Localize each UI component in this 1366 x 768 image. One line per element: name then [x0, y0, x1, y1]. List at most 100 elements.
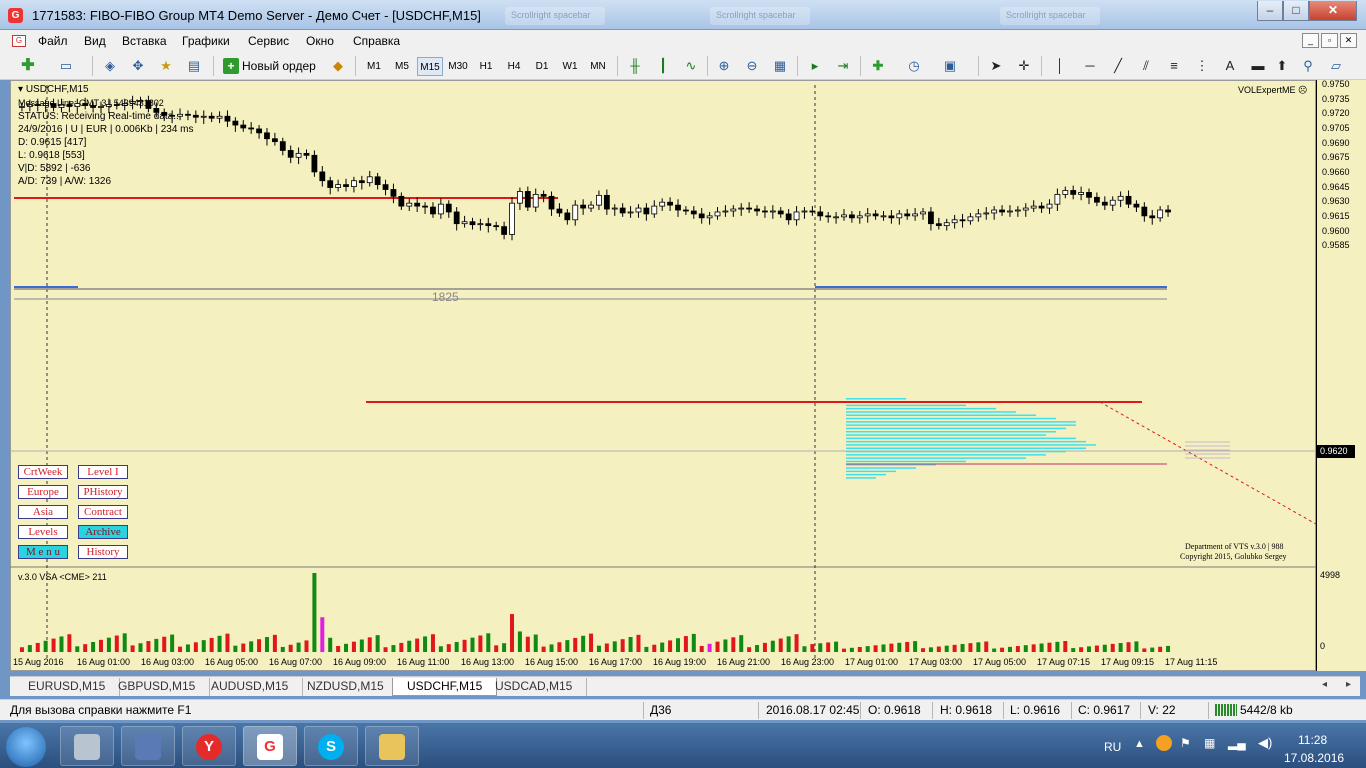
autoscroll-icon[interactable]: ▸ [805, 56, 825, 76]
archive-button[interactable]: Archive [78, 525, 128, 539]
new-order-button[interactable]: + Новый ордер [220, 55, 326, 77]
bar-chart-icon[interactable]: ╫ [625, 56, 645, 76]
tab-scroll-right-icon[interactable]: ▸ [1346, 679, 1351, 690]
tile-windows-icon[interactable]: ▦ [770, 56, 790, 76]
zoom-out-icon[interactable]: ⊖ [742, 56, 762, 76]
tab-nzdusd[interactable]: NZDUSD,M15 [293, 678, 399, 696]
menu-view[interactable]: Вид [84, 34, 106, 48]
cursor-icon[interactable]: ➤ [986, 56, 1006, 76]
child-window-icon[interactable]: G [12, 35, 26, 47]
mdi-minimize-button[interactable]: _ [1302, 33, 1319, 48]
timeframe-m5[interactable]: M5 [389, 57, 415, 76]
folder-icon [379, 734, 405, 760]
tray-network-icon[interactable]: ▂▄ [1228, 736, 1246, 750]
line-chart-icon[interactable]: ∿ [681, 56, 701, 76]
app-icon[interactable]: G [8, 8, 23, 23]
menu-insert[interactable]: Вставка [122, 34, 167, 48]
connection-status-icon[interactable] [1215, 704, 1237, 716]
start-button[interactable] [6, 727, 46, 767]
taskbar-calculator[interactable] [60, 726, 114, 766]
chart-canvas[interactable] [10, 80, 1316, 671]
data-window-icon[interactable]: ✥ [128, 56, 148, 76]
asia-button[interactable]: Asia [18, 505, 68, 519]
menu-file[interactable]: Файл [38, 34, 68, 48]
timeframe-w1[interactable]: W1 [557, 57, 583, 76]
tray-flag-icon[interactable]: ⚑ [1180, 736, 1191, 750]
timeframe-m1[interactable]: M1 [361, 57, 387, 76]
language-indicator[interactable]: RU [1104, 740, 1121, 754]
tab-audusd[interactable]: AUDUSD,M15 [197, 678, 304, 696]
timeframe-d1[interactable]: D1 [529, 57, 555, 76]
tab-gbpusd[interactable]: GBPUSD,M15 [104, 678, 211, 696]
volume-bar [928, 647, 933, 652]
menu-help[interactable]: Справка [353, 34, 400, 48]
expert-advisor-label[interactable]: VOLExpertME ☹ [1238, 85, 1307, 96]
clock-time[interactable]: 11:28 [1298, 733, 1327, 747]
timeframe-h1[interactable]: H1 [473, 57, 499, 76]
close-button[interactable]: ✕ [1309, 1, 1357, 21]
levels-button[interactable]: Levels [18, 525, 68, 539]
tab-usdcad[interactable]: USDCAD,M15 [481, 678, 588, 696]
terminal-icon[interactable]: ▤ [184, 56, 204, 76]
candle-body [564, 212, 571, 221]
timeframe-mn[interactable]: MN [585, 57, 611, 76]
horizontal-line-icon[interactable]: ─ [1080, 56, 1100, 76]
label-icon[interactable]: ▬ [1248, 56, 1268, 76]
history-button[interactable]: History [78, 545, 128, 559]
tray-expand-icon[interactable]: ▲ [1134, 738, 1145, 750]
indicators-icon[interactable]: ✚ [868, 56, 888, 76]
trendline-icon[interactable]: ╱ [1108, 56, 1128, 76]
chart-shift-icon[interactable]: ⇥ [833, 56, 853, 76]
mdi-close-button[interactable]: ✕ [1340, 33, 1357, 48]
arrows-icon[interactable]: ⬆ [1272, 56, 1292, 76]
level-i-button[interactable]: Level I [78, 465, 128, 479]
chat-icon[interactable]: ▱ [1326, 56, 1346, 76]
menu-charts[interactable]: Графики [182, 34, 230, 48]
candle-body [928, 211, 934, 225]
market-watch-icon[interactable]: ◈ [100, 56, 120, 76]
vertical-line-icon[interactable]: │ [1050, 56, 1070, 76]
taskbar-skype[interactable]: S [304, 726, 358, 766]
contract-button[interactable]: Contract [78, 505, 128, 519]
search-icon[interactable]: ⚲ [1298, 56, 1318, 76]
profiles-icon[interactable]: ▭ [56, 56, 76, 76]
mdi-restore-button[interactable]: ▫ [1321, 33, 1338, 48]
templates-icon[interactable]: ▣ [940, 56, 960, 76]
maximize-button[interactable]: □ [1283, 1, 1309, 21]
timeframe-m30[interactable]: M30 [445, 57, 471, 76]
zoom-in-icon[interactable]: ⊕ [714, 56, 734, 76]
minimize-button[interactable]: – [1257, 1, 1283, 21]
periods-icon[interactable]: ◷ [904, 56, 924, 76]
timeframe-h4[interactable]: H4 [501, 57, 527, 76]
equidistant-channel-icon[interactable]: ⫽ [1136, 56, 1156, 76]
status-datetime: 2016.08.17 02:45 [766, 703, 860, 717]
candle-body [920, 211, 926, 215]
crtweek-button[interactable]: CrtWeek [18, 465, 68, 479]
crosshair-icon[interactable]: ✛ [1014, 56, 1034, 76]
clock-date[interactable]: 17.08.2016 [1284, 751, 1344, 765]
autotrading-icon[interactable]: ◆ [328, 56, 348, 76]
menu-window[interactable]: Окно [306, 34, 334, 48]
time-tick-label: 17 Aug 09:15 [1101, 657, 1155, 667]
new-chart-icon[interactable]: ✚ [18, 56, 38, 76]
menu-tools[interactable]: Сервис [248, 34, 289, 48]
menu-button[interactable]: M e n u [18, 545, 68, 559]
tray-printer-icon[interactable]: ▦ [1204, 736, 1215, 750]
candlestick-icon[interactable]: ┃ [653, 56, 673, 76]
fibo-fan-icon[interactable]: ⋮ [1192, 56, 1212, 76]
taskbar-yandex-browser[interactable]: Y [182, 726, 236, 766]
candle-body [430, 206, 436, 215]
fibonacci-icon[interactable]: ≡ [1164, 56, 1184, 76]
chart-dropdown-icon[interactable]: ▾ [18, 84, 26, 95]
europe-button[interactable]: Europe [18, 485, 68, 499]
taskbar-file-explorer[interactable] [365, 726, 419, 766]
phistory-button[interactable]: PHistory [78, 485, 128, 499]
text-icon[interactable]: A [1220, 56, 1240, 76]
taskbar-fibo-group[interactable]: G [243, 726, 297, 766]
navigator-icon[interactable]: ★ [156, 56, 176, 76]
tray-volume-icon[interactable]: ◀) [1258, 735, 1272, 751]
tray-app-icon[interactable] [1156, 735, 1172, 751]
timeframe-m15[interactable]: M15 [417, 57, 443, 76]
taskbar-network-monitor[interactable] [121, 726, 175, 766]
tab-scroll-left-icon[interactable]: ◂ [1322, 679, 1327, 690]
